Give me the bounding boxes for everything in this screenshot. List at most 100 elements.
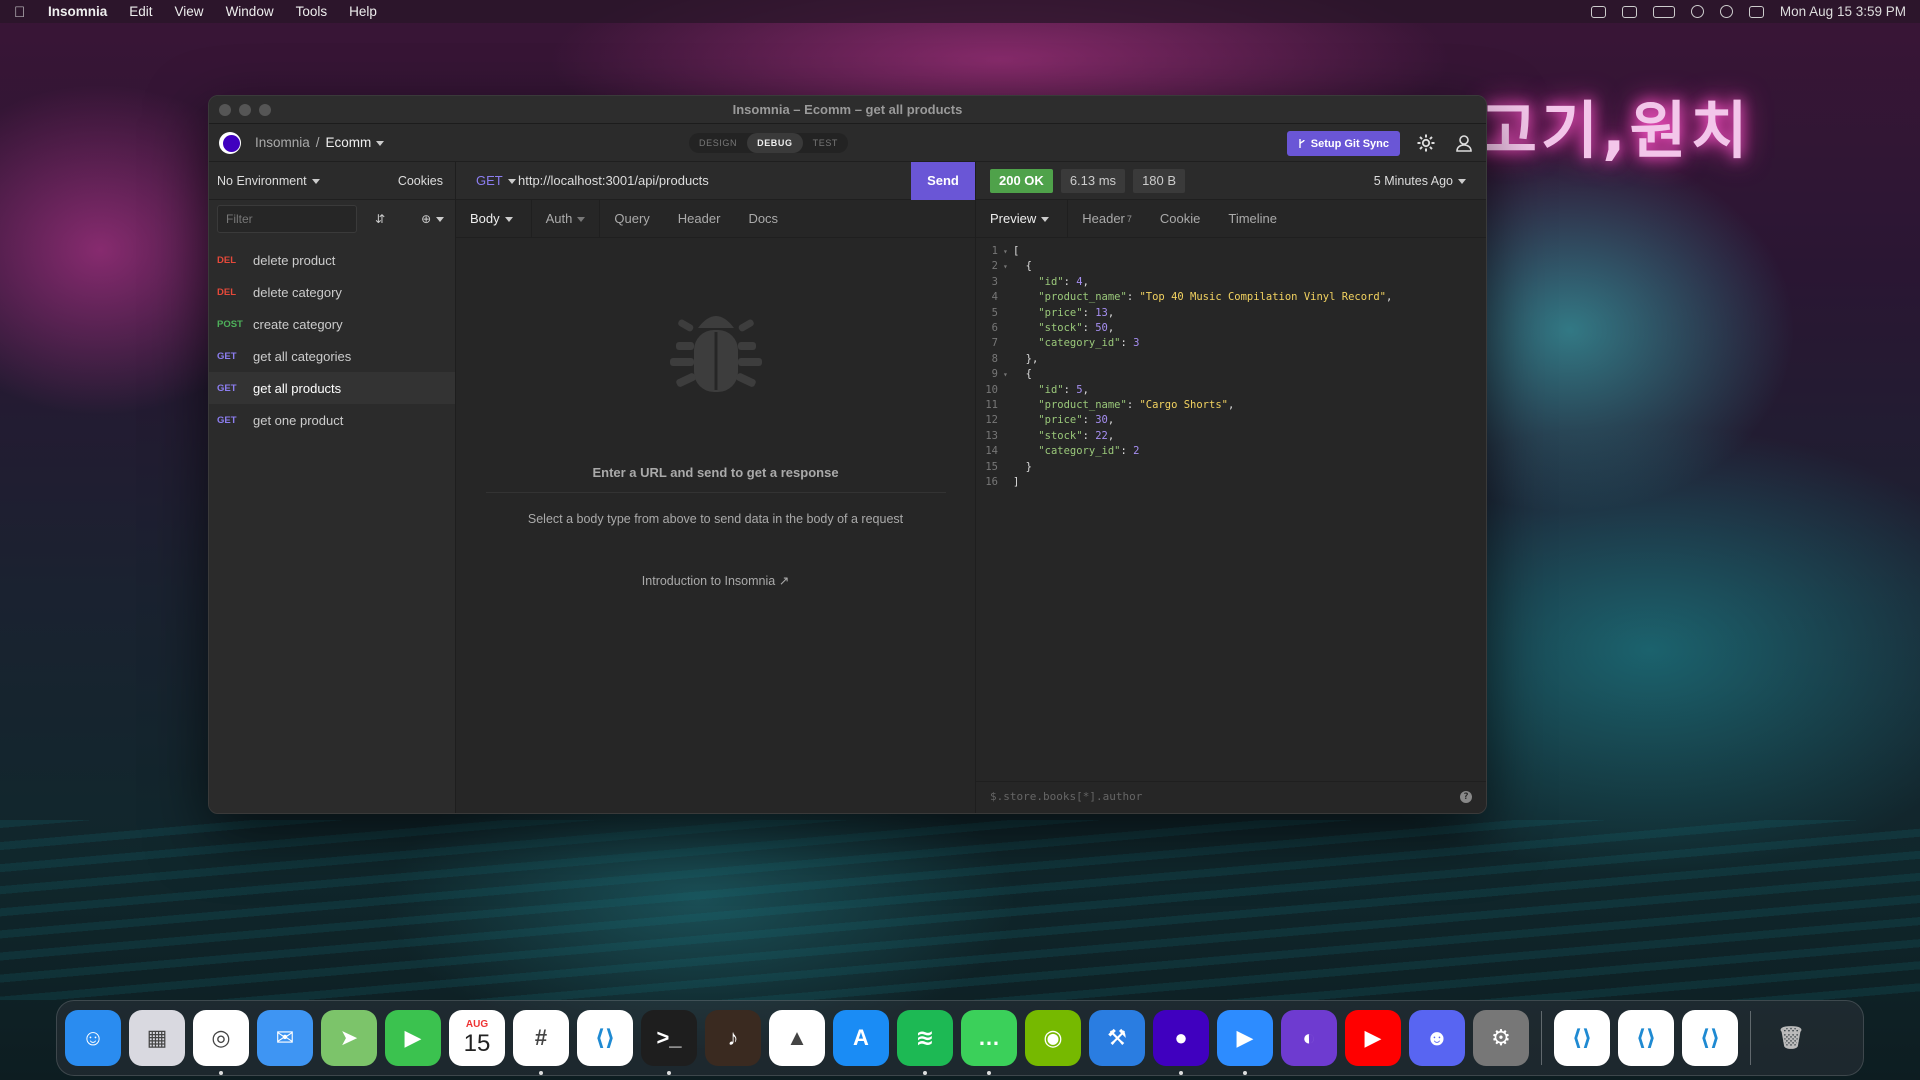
dock-launchpad-icon[interactable]: ▦: [129, 1010, 185, 1066]
dock-youtube-icon[interactable]: ▶: [1345, 1010, 1401, 1066]
fold-toggle-icon[interactable]: ▾: [1003, 244, 1013, 259]
tab-timeline[interactable]: Timeline: [1214, 200, 1291, 238]
environment-selector[interactable]: No Environment: [217, 174, 320, 188]
sort-icon[interactable]: ⇵: [375, 212, 385, 226]
tab-cookie[interactable]: Cookie: [1146, 200, 1214, 238]
tab-response-header[interactable]: Header 7: [1068, 200, 1146, 238]
gutter: [1003, 275, 1013, 290]
tab-docs[interactable]: Docs: [734, 200, 792, 238]
request-item[interactable]: GET get all products: [209, 372, 455, 404]
intro-to-insomnia-link[interactable]: Introduction to Insomnia ↗: [456, 573, 975, 588]
mode-debug[interactable]: DEBUG: [747, 133, 803, 153]
request-item[interactable]: DEL delete product: [209, 244, 455, 276]
code-text: {: [1013, 368, 1032, 381]
gutter: [1003, 290, 1013, 305]
dock-separator: [1750, 1011, 1751, 1065]
code-text: "price": 30,: [1038, 414, 1115, 427]
battery-icon[interactable]: [1652, 5, 1675, 18]
dock-terminal-icon[interactable]: >_: [641, 1010, 697, 1075]
fold-toggle-icon[interactable]: ▾: [1003, 259, 1013, 274]
add-request-icon[interactable]: ⊕: [421, 212, 445, 226]
line-number: 8: [991, 352, 998, 365]
menu-edit[interactable]: Edit: [129, 4, 152, 19]
dock-finder-icon[interactable]: ☺: [65, 1010, 121, 1066]
request-item[interactable]: POST create category: [209, 308, 455, 340]
dock-slack-icon[interactable]: #: [513, 1010, 569, 1075]
dock-nvidia-icon[interactable]: ◉: [1025, 1010, 1081, 1066]
dock-discord-icon[interactable]: ☻: [1409, 1010, 1465, 1066]
macos-menubar:  Insomnia Edit View Window Tools Help M…: [0, 0, 1920, 23]
request-item[interactable]: DEL delete category: [209, 276, 455, 308]
dock-maps-icon[interactable]: ➤: [321, 1010, 377, 1066]
dock-spotify-icon[interactable]: ≋: [897, 1010, 953, 1075]
response-filter-input[interactable]: $.store.books[*].author ?: [976, 781, 1486, 813]
dock-xcode-icon[interactable]: ⚒: [1089, 1010, 1145, 1066]
wallpaper-neon-sign: 고기,원치: [1480, 94, 1752, 167]
request-method-label: GET: [217, 414, 237, 426]
tab-body[interactable]: Body: [456, 199, 532, 238]
request-item[interactable]: GET get one product: [209, 404, 455, 436]
response-body-viewer[interactable]: 1 ▾[2 ▾ {3 "id": 4, 4 "product_name": "Top …: [976, 238, 1486, 491]
dock-mail-icon[interactable]: ✉: [257, 1010, 313, 1066]
url-input[interactable]: http://localhost:3001/api/products: [518, 173, 911, 188]
mode-design[interactable]: DESIGN: [689, 133, 747, 153]
control-center-icon[interactable]: [1748, 5, 1764, 18]
gutter: [1003, 413, 1013, 428]
wifi-icon[interactable]: [1690, 5, 1704, 18]
menu-help[interactable]: Help: [349, 4, 377, 19]
dock-app-store-icon[interactable]: A: [833, 1010, 889, 1066]
tab-preview[interactable]: Preview: [976, 199, 1069, 238]
chevron-down-icon: [376, 140, 385, 146]
menu-window[interactable]: Window: [226, 4, 274, 19]
gear-icon[interactable]: [1416, 133, 1436, 153]
dock-vs-code-icon[interactable]: ⟨⟩: [1554, 1010, 1610, 1066]
dock-vs-code-icon[interactable]: ⟨⟩: [1618, 1010, 1674, 1066]
menubar-clock[interactable]: Mon Aug 15 3:59 PM: [1780, 4, 1906, 19]
tab-auth[interactable]: Auth: [532, 199, 601, 238]
dock-insomnia-icon[interactable]: ●: [1153, 1010, 1209, 1075]
code-line: 5 "price": 13,: [976, 306, 1486, 321]
breadcrumb-root[interactable]: Insomnia: [255, 135, 310, 150]
dock-calendar-icon[interactable]: AUG 15: [449, 1010, 505, 1066]
dock-system-preferences-icon[interactable]: ⚙: [1473, 1010, 1529, 1066]
apple-menu-icon[interactable]: : [14, 4, 28, 21]
request-method-label: DEL: [217, 286, 236, 298]
request-item[interactable]: GET get all categories: [209, 340, 455, 372]
menu-view[interactable]: View: [175, 4, 204, 19]
dock-google-drive-icon[interactable]: ▲: [769, 1010, 825, 1066]
dock-chrome-icon[interactable]: ◎: [193, 1010, 249, 1075]
insomnia-window: Insomnia – Ecomm – get all products Inso…: [208, 95, 1487, 814]
dock-messages-icon[interactable]: …: [961, 1010, 1017, 1075]
drive-icon[interactable]: [1621, 5, 1637, 18]
dock-garageband-icon[interactable]: ♪: [705, 1010, 761, 1066]
sidebar-filter-input[interactable]: Filter: [217, 205, 357, 233]
account-icon[interactable]: [1454, 133, 1474, 153]
method-selector[interactable]: GET: [476, 173, 518, 188]
spotlight-search-icon[interactable]: [1719, 5, 1733, 18]
dock-vs-code-icon[interactable]: ⟨⟩: [1682, 1010, 1738, 1066]
setup-git-sync-button[interactable]: Setup Git Sync: [1286, 131, 1400, 156]
tab-query[interactable]: Query: [600, 200, 663, 238]
window-titlebar[interactable]: Insomnia – Ecomm – get all products: [209, 96, 1486, 124]
dock-vs-code-icon[interactable]: ⟨⟩: [577, 1010, 633, 1066]
bug-icon: [669, 316, 762, 392]
dock-github-desktop-icon[interactable]: ◐: [1281, 1010, 1337, 1066]
project-selector[interactable]: Ecomm: [326, 135, 385, 150]
help-icon[interactable]: ?: [1460, 791, 1472, 803]
insomnia-logo-icon[interactable]: [219, 131, 241, 154]
dock-trash-icon[interactable]: 🗑: [1763, 1010, 1819, 1066]
send-button[interactable]: Send: [911, 161, 975, 200]
cookies-button[interactable]: Cookies: [398, 174, 443, 188]
fold-toggle-icon[interactable]: ▾: [1003, 367, 1013, 382]
breadcrumb-separator: /: [315, 135, 320, 150]
dock-zoom-icon[interactable]: ▶: [1217, 1010, 1273, 1075]
menu-tools[interactable]: Tools: [296, 4, 328, 19]
code-line: 10 "id": 5,: [976, 383, 1486, 398]
tab-header[interactable]: Header: [664, 200, 735, 238]
dock-facetime-icon[interactable]: ▶: [385, 1010, 441, 1066]
mode-test[interactable]: TEST: [803, 133, 848, 153]
screen-record-icon[interactable]: [1590, 5, 1606, 18]
response-size-badge: 180 B: [1133, 168, 1186, 193]
response-history-dropdown[interactable]: 5 Minutes Ago: [1374, 174, 1466, 188]
menu-app-name[interactable]: Insomnia: [48, 4, 107, 19]
